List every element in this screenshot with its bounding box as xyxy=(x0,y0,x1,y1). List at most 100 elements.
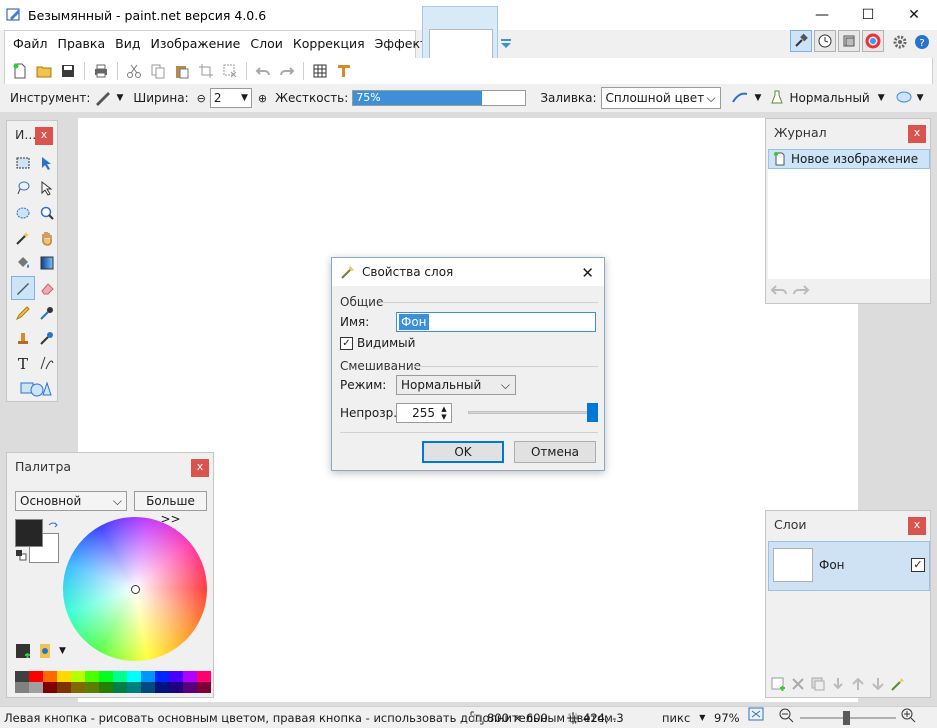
history-toggle-clock-icon[interactable] xyxy=(814,30,836,52)
blend-mode-select[interactable]: Нормальный ⌵ xyxy=(396,375,516,395)
palette-swatch[interactable] xyxy=(15,671,29,682)
palette-swatch[interactable] xyxy=(169,682,183,693)
delete-layer-icon[interactable] xyxy=(790,676,806,695)
history-item[interactable]: Новое изображение xyxy=(768,149,930,169)
primary-color-swatch[interactable] xyxy=(15,519,43,547)
tools-panel-close-button[interactable]: x xyxy=(35,127,53,145)
palette-panel-close-button[interactable]: x xyxy=(191,459,209,477)
palette-swatch[interactable] xyxy=(43,682,57,693)
layer-properties-icon[interactable] xyxy=(890,676,906,695)
palette-swatch[interactable] xyxy=(85,671,99,682)
layer-name-input[interactable]: Фон xyxy=(396,312,596,332)
antialias-icon[interactable] xyxy=(731,90,751,107)
color-picker-icon[interactable] xyxy=(35,301,59,325)
zoom-slider-thumb[interactable] xyxy=(843,711,850,725)
palette-swatch[interactable] xyxy=(113,682,127,693)
redo-icon[interactable] xyxy=(276,60,298,82)
close-window-button[interactable]: ✕ xyxy=(891,0,937,30)
layers-toggle-icon[interactable] xyxy=(838,30,860,52)
menu-adjustments[interactable]: Коррекция xyxy=(288,30,370,58)
palette-swatch[interactable] xyxy=(127,682,141,693)
palette-swatch[interactable] xyxy=(71,671,85,682)
history-panel-close-button[interactable]: x xyxy=(908,125,926,143)
palette-swatch[interactable] xyxy=(183,671,197,682)
chevron-down-icon[interactable]: ▼ xyxy=(59,643,66,662)
menu-edit[interactable]: Правка xyxy=(53,30,111,58)
palette-swatch[interactable] xyxy=(99,682,113,693)
opacity-slider-thumb[interactable] xyxy=(587,403,598,422)
history-redo-icon[interactable] xyxy=(792,283,810,300)
chevron-down-icon[interactable]: ▼ xyxy=(878,93,885,103)
move-layer-up-icon[interactable] xyxy=(850,676,866,695)
zoom-to-window-icon[interactable] xyxy=(748,707,764,721)
move-selected-icon[interactable] xyxy=(35,151,59,175)
palette-swatch[interactable] xyxy=(155,682,169,693)
undo-icon[interactable] xyxy=(252,60,274,82)
add-layer-icon[interactable] xyxy=(770,676,786,695)
layers-panel-close-button[interactable]: x xyxy=(908,517,926,535)
recolor-icon[interactable] xyxy=(35,326,59,350)
palette-swatch[interactable] xyxy=(197,671,211,682)
zoom-in-icon[interactable] xyxy=(900,707,916,723)
move-selection-icon[interactable] xyxy=(35,176,59,200)
palette-swatch[interactable] xyxy=(169,671,183,682)
width-field[interactable]: 2 ▼ xyxy=(209,88,252,108)
palette-swatch[interactable] xyxy=(57,682,71,693)
palette-swatch[interactable] xyxy=(57,671,71,682)
palette-mode-select[interactable]: Основной ⌵ xyxy=(15,491,127,511)
move-layer-down-icon[interactable] xyxy=(870,676,886,695)
palette-swatch[interactable] xyxy=(155,671,169,682)
reset-colors-icon[interactable] xyxy=(15,549,27,561)
opacity-input[interactable]: 255 ▲ ▼ xyxy=(396,403,452,423)
cut-icon[interactable] xyxy=(123,60,145,82)
palette-swatch[interactable] xyxy=(113,671,127,682)
tool-picker[interactable]: ▼ xyxy=(94,90,123,106)
eraser-icon[interactable] xyxy=(35,276,59,300)
paintbrush-tool-icon[interactable] xyxy=(11,276,35,300)
menu-image[interactable]: Изображение xyxy=(145,30,245,58)
palette-menu-icon[interactable] xyxy=(37,643,53,662)
open-folder-icon[interactable] xyxy=(33,60,55,82)
palette-swatch[interactable] xyxy=(29,671,43,682)
grid-icon[interactable] xyxy=(309,60,331,82)
zoom-icon[interactable] xyxy=(35,201,59,225)
minimize-button[interactable]: — xyxy=(799,0,845,30)
text-tool-icon[interactable]: T xyxy=(11,351,35,375)
crop-to-selection-icon[interactable] xyxy=(195,60,217,82)
visible-checkbox[interactable]: ✓ Видимый xyxy=(340,336,415,350)
magic-wand-icon[interactable] xyxy=(11,226,35,250)
units-select[interactable]: пикс ▼ xyxy=(662,707,705,728)
hardness-slider[interactable]: 75% xyxy=(352,90,527,106)
zoom-out-icon[interactable] xyxy=(778,707,794,723)
save-icon[interactable] xyxy=(57,60,79,82)
colors-toggle-icon[interactable] xyxy=(862,30,884,52)
menu-file[interactable]: Файл xyxy=(8,30,53,58)
image-list-arrow-icon[interactable] xyxy=(500,38,512,48)
pencil-icon[interactable] xyxy=(11,301,35,325)
shapes-icon[interactable] xyxy=(11,376,59,400)
duplicate-layer-icon[interactable] xyxy=(810,676,826,695)
layer-row[interactable]: Фон ✓ xyxy=(768,541,930,591)
gradient-icon[interactable] xyxy=(35,251,59,275)
width-decrease-icon[interactable]: ⊖ xyxy=(197,92,206,105)
color-wheel-handle[interactable] xyxy=(131,585,140,594)
line-curve-icon[interactable] xyxy=(35,351,59,375)
palette-swatch[interactable] xyxy=(141,682,155,693)
palette-swatch[interactable] xyxy=(99,671,113,682)
maximize-button[interactable]: ☐ xyxy=(845,0,891,30)
palette-swatch[interactable] xyxy=(15,682,29,693)
menu-view[interactable]: Вид xyxy=(110,30,145,58)
cancel-button[interactable]: Отмена xyxy=(514,441,596,463)
settings-gear-icon[interactable] xyxy=(890,32,910,52)
swap-colors-icon[interactable] xyxy=(47,521,59,533)
history-undo-icon[interactable] xyxy=(770,283,788,300)
selection-mode-icon[interactable] xyxy=(895,90,913,107)
palette-swatch[interactable] xyxy=(43,671,57,682)
help-icon[interactable]: ? xyxy=(912,32,932,52)
layer-visibility-checkbox[interactable]: ✓ xyxy=(911,558,925,572)
blend-mode-value[interactable]: Нормальный xyxy=(789,91,869,105)
fill-mode-select[interactable]: Сплошной цвет ⌵ xyxy=(600,87,721,109)
rectangle-select-icon[interactable] xyxy=(11,151,35,175)
dialog-close-icon[interactable]: ✕ xyxy=(581,264,594,282)
chevron-down-icon[interactable]: ▼ xyxy=(917,93,924,103)
